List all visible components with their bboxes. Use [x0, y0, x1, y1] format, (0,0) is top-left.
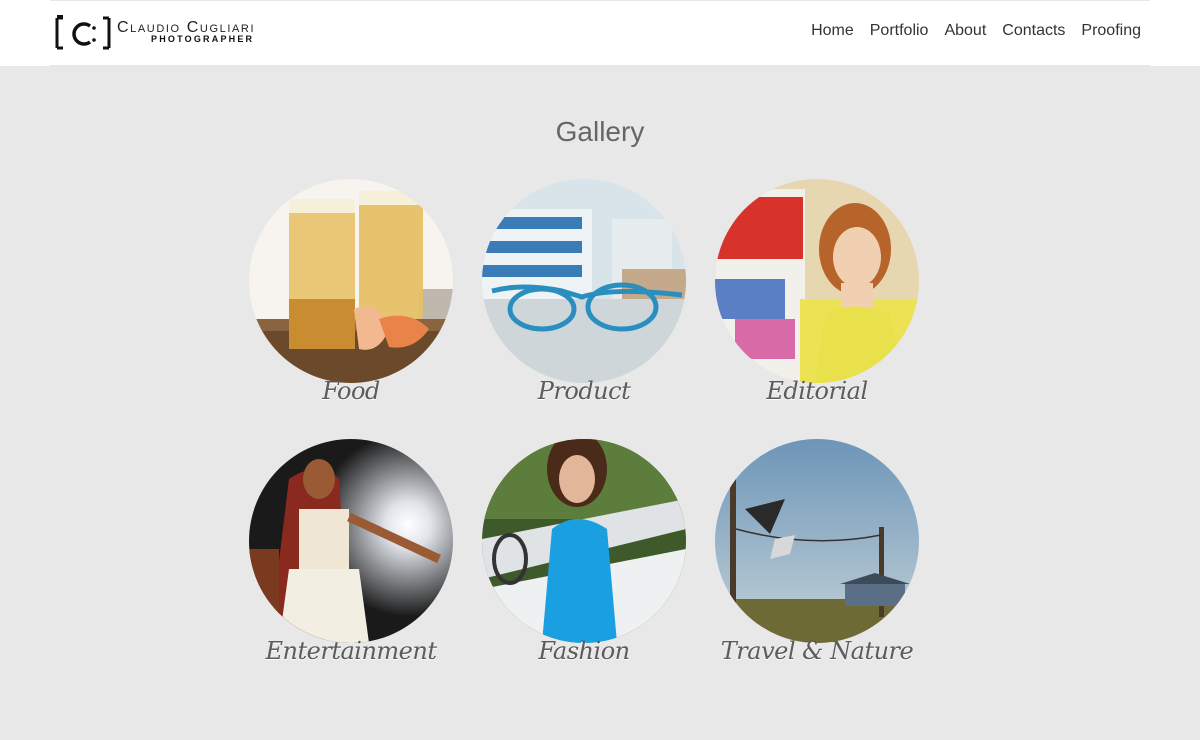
- gallery-label-travel-nature[interactable]: Travel & Nature: [715, 637, 919, 665]
- camera-logo-icon: [55, 15, 111, 50]
- gallery-item-fashion[interactable]: Fashion: [482, 439, 686, 665]
- logo-subtitle: PHOTOGRAPHER: [151, 34, 255, 44]
- gallery-label-editorial[interactable]: Editorial: [715, 377, 919, 405]
- header-divider-bottom: [50, 65, 1150, 66]
- nav-home[interactable]: Home: [811, 22, 854, 40]
- gallery-label-food[interactable]: Food: [249, 377, 453, 405]
- editorial-thumbnail[interactable]: [715, 179, 919, 383]
- food-thumbnail[interactable]: [249, 179, 453, 383]
- nav-proofing[interactable]: Proofing: [1081, 22, 1141, 40]
- gallery-item-entertainment[interactable]: Entertainment: [249, 439, 453, 665]
- gallery-item-editorial[interactable]: Editorial: [715, 179, 919, 405]
- gallery-item-product[interactable]: Product: [482, 179, 686, 405]
- nav-about[interactable]: About: [944, 22, 986, 40]
- header-divider-top: [50, 0, 1150, 1]
- product-thumbnail[interactable]: [482, 179, 686, 383]
- travel-nature-thumbnail[interactable]: [715, 439, 919, 643]
- site-logo[interactable]: Claudio Cugliari PHOTOGRAPHER: [54, 14, 314, 50]
- gallery-label-entertainment[interactable]: Entertainment: [249, 637, 453, 665]
- nav-contacts[interactable]: Contacts: [1002, 22, 1065, 40]
- page-title: Gallery: [555, 116, 645, 147]
- gallery-label-fashion[interactable]: Fashion: [482, 637, 686, 665]
- nav-portfolio[interactable]: Portfolio: [870, 22, 929, 40]
- gallery-label-product[interactable]: Product: [482, 377, 686, 405]
- entertainment-thumbnail[interactable]: [249, 439, 453, 643]
- main-nav: Home Portfolio About Contacts Proofing: [811, 22, 1141, 40]
- site-header: Claudio Cugliari PHOTOGRAPHER Home Portf…: [0, 0, 1200, 66]
- gallery-item-food[interactable]: Food: [249, 179, 453, 405]
- fashion-thumbnail[interactable]: [482, 439, 686, 643]
- gallery-item-travel-nature[interactable]: Travel & Nature: [715, 439, 919, 665]
